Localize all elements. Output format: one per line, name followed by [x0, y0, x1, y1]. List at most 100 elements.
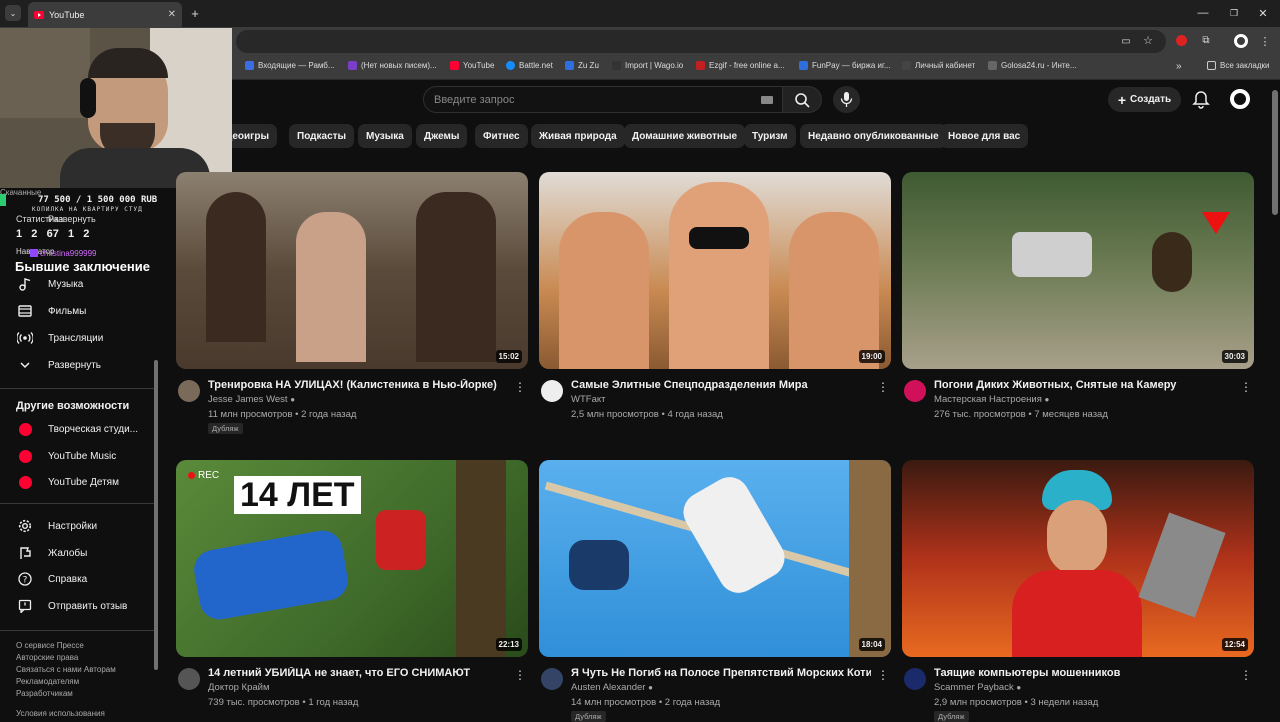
webcam-overlay: [0, 28, 232, 188]
profile-icon[interactable]: [1234, 34, 1248, 48]
ezgif-icon: [696, 61, 705, 70]
chat-user: christina999999: [40, 249, 97, 258]
create-button[interactable]: + Создать: [1108, 87, 1181, 112]
menu-dots-icon[interactable]: ⋮: [1260, 34, 1271, 48]
footer-link[interactable]: Рекламодателям: [16, 677, 79, 686]
notifications-bell-icon[interactable]: [1192, 90, 1210, 110]
search-input[interactable]: Введите запрос: [423, 86, 783, 113]
channel-name[interactable]: Jesse James West ●: [208, 394, 295, 405]
more-actions-icon[interactable]: ⋮: [1240, 380, 1252, 394]
bookmark-item[interactable]: FunPay — биржа иг...: [799, 61, 891, 70]
more-actions-icon[interactable]: ⋮: [877, 380, 889, 394]
cast-icon[interactable]: ▭: [1120, 35, 1132, 47]
more-actions-icon[interactable]: ⋮: [877, 668, 889, 682]
footer-link[interactable]: Авторские права: [16, 653, 78, 662]
video-title[interactable]: Таящие компьютеры мошенников: [934, 667, 1234, 679]
bookmark-item[interactable]: Golosa24.ru - Инте...: [988, 61, 1077, 70]
channel-avatar[interactable]: [541, 380, 563, 402]
bookmark-item[interactable]: Zu Zu: [565, 61, 599, 70]
sidebar-item-help[interactable]: ? Справка: [0, 566, 160, 592]
video-thumbnail[interactable]: 15:02: [176, 172, 528, 369]
video-title[interactable]: Я Чуть Не Погиб на Полосе Препятствий Мо…: [571, 667, 871, 679]
footer-link[interactable]: Условия использования: [16, 709, 105, 718]
bookmark-item[interactable]: Import | Wago.io: [612, 61, 683, 70]
chip[interactable]: Туризм: [744, 124, 796, 148]
chip[interactable]: Музыка: [358, 124, 412, 148]
bookmark-item[interactable]: Личный кабинет: [902, 61, 975, 70]
video-thumbnail[interactable]: 12:54: [902, 460, 1254, 657]
footer-link[interactable]: Связаться с нами Авторам: [16, 665, 116, 674]
sidebar-item-feedback[interactable]: Отправить отзыв: [0, 593, 160, 619]
chip[interactable]: Новое для вас: [940, 124, 1029, 148]
sidebar-item-movies[interactable]: Фильмы: [0, 298, 160, 324]
address-bar[interactable]: [236, 30, 1166, 53]
chip[interactable]: Фитнес: [475, 124, 528, 148]
sidebar-item-yt-music[interactable]: YouTube Music: [0, 443, 160, 469]
video-thumbnail[interactable]: 19:00: [539, 172, 891, 369]
channel-name[interactable]: Austen Alexander ●: [571, 682, 653, 693]
channel-name[interactable]: Доктор Крайм: [208, 682, 269, 693]
video-title[interactable]: Самые Элитные Спецподразделения Мира: [571, 379, 871, 391]
channel-name[interactable]: Scammer Payback ●: [934, 682, 1021, 693]
wago-icon: [612, 61, 621, 70]
chip[interactable]: Джемы: [416, 124, 468, 148]
channel-name[interactable]: WTFакт: [571, 394, 605, 405]
sidebar-item-studio[interactable]: Творческая студи...: [0, 416, 160, 442]
overlay-hidden-text: Развернуть: [48, 214, 96, 224]
footer-link[interactable]: О сервисе Прессе: [16, 641, 84, 650]
more-actions-icon[interactable]: ⋮: [514, 668, 526, 682]
bookmark-item[interactable]: Входящие — Рамб...: [245, 61, 335, 70]
video-thumbnail[interactable]: REC 14 ЛЕТ 22:13: [176, 460, 528, 657]
tab-youtube[interactable]: YouTube ✕: [28, 2, 182, 27]
extension-icon[interactable]: [1176, 35, 1187, 46]
verified-icon: ●: [1044, 395, 1050, 404]
puzzle-icon[interactable]: ⧉: [1200, 34, 1212, 46]
all-bookmarks[interactable]: Все закладки: [1207, 61, 1269, 70]
tab-search-icon[interactable]: ⌄: [5, 5, 21, 21]
chip[interactable]: Недавно опубликованные: [800, 124, 947, 148]
dubbed-badge: Дубляж: [571, 711, 606, 722]
bookmark-item[interactable]: (Нет новых писем)...: [348, 61, 437, 70]
video-thumbnail[interactable]: 18:04: [539, 460, 891, 657]
battlenet-icon: [506, 61, 515, 70]
video-title[interactable]: 14 летний УБИЙЦА не знает, что ЕГО СНИМА…: [208, 667, 508, 679]
tab-close-icon[interactable]: ✕: [168, 9, 176, 20]
bookmark-item[interactable]: YouTube: [450, 61, 494, 70]
video-title[interactable]: Погони Диких Животных, Снятые на Камеру: [934, 379, 1234, 391]
channel-name[interactable]: Мастерская Настроения ●: [934, 394, 1049, 405]
sidebar-item-expand[interactable]: Развернуть: [0, 352, 160, 378]
chip[interactable]: Подкасты: [289, 124, 355, 148]
video-title[interactable]: Тренировка НА УЛИЦАХ! (Калистеника в Нью…: [208, 379, 508, 391]
restore-icon[interactable]: ❐: [1227, 6, 1241, 20]
video-thumbnail[interactable]: 30:03: [902, 172, 1254, 369]
more-bookmarks-button[interactable]: »: [1176, 61, 1182, 72]
bookmark-item[interactable]: Ezgif - free online a...: [696, 61, 785, 70]
voice-search-button[interactable]: [833, 86, 860, 113]
sidebar-scrollbar[interactable]: [154, 360, 158, 670]
search-button[interactable]: [782, 86, 822, 113]
bookmark-star-icon[interactable]: ☆: [1142, 34, 1154, 47]
new-tab-button[interactable]: +: [188, 5, 202, 21]
sidebar-item-live[interactable]: Трансляции: [0, 325, 160, 351]
channel-avatar[interactable]: [541, 668, 563, 690]
sidebar-item-reports[interactable]: Жалобы: [0, 540, 160, 566]
channel-avatar[interactable]: [178, 668, 200, 690]
dubbed-badge: Дубляж: [934, 711, 969, 722]
chip[interactable]: Живая природа: [531, 124, 625, 148]
keyboard-icon[interactable]: [761, 96, 773, 104]
channel-avatar[interactable]: [904, 380, 926, 402]
sidebar-item-settings[interactable]: Настройки: [0, 513, 160, 539]
gear-icon: [17, 518, 33, 534]
window-close-icon[interactable]: ✕: [1256, 6, 1270, 20]
sidebar-item-yt-kids[interactable]: YouTube Детям: [0, 469, 160, 495]
more-actions-icon[interactable]: ⋮: [514, 380, 526, 394]
minimize-icon[interactable]: —: [1196, 6, 1210, 20]
channel-avatar[interactable]: [178, 380, 200, 402]
channel-avatar[interactable]: [904, 668, 926, 690]
footer-link[interactable]: Разработчикам: [16, 689, 73, 698]
bookmark-item[interactable]: Battle.net: [506, 61, 553, 70]
more-actions-icon[interactable]: ⋮: [1240, 668, 1252, 682]
avatar[interactable]: [1230, 89, 1250, 109]
chip[interactable]: Домашние животные: [624, 124, 746, 148]
page-scrollbar[interactable]: [1272, 90, 1278, 215]
